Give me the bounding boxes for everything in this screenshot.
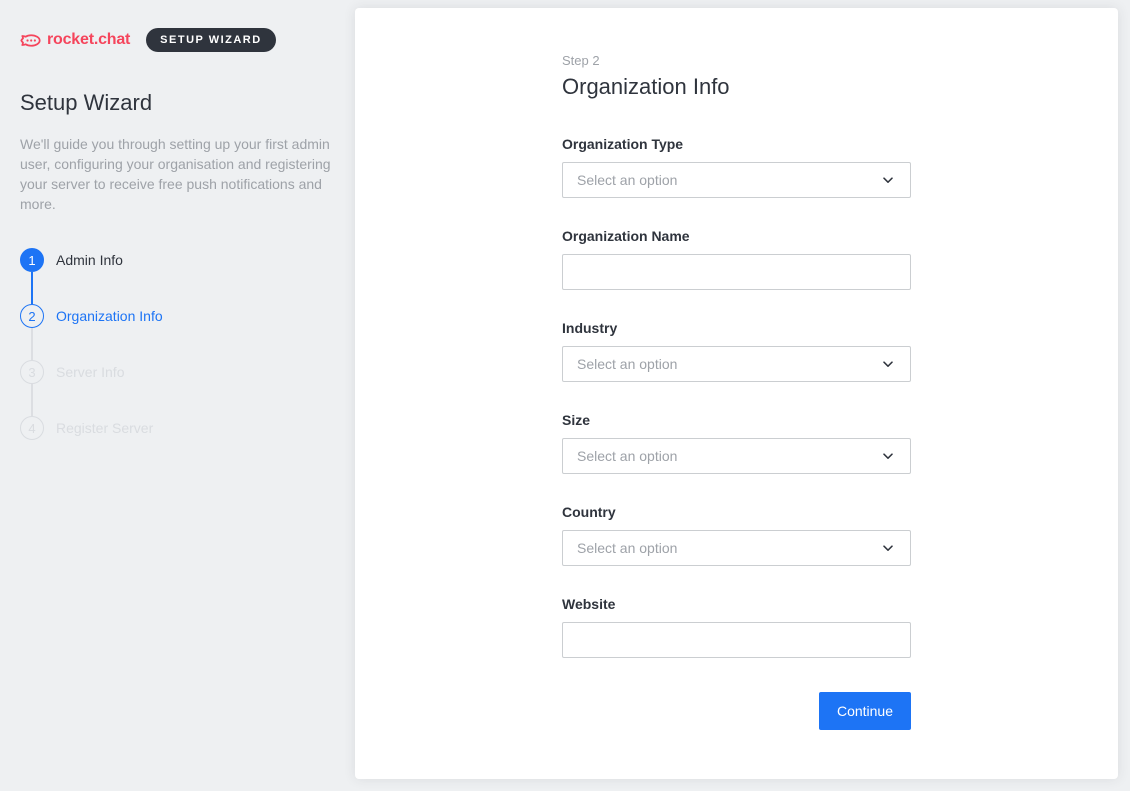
step-connector: [31, 328, 33, 360]
rocketchat-bubble-icon: [20, 30, 41, 51]
form-actions: Continue: [562, 692, 911, 730]
organization-name-input[interactable]: [562, 254, 911, 290]
select-placeholder: Select an option: [577, 448, 677, 464]
logo-row: rocket.chat SETUP WIZARD: [20, 28, 335, 52]
rocketchat-wordmark: rocket.chat: [47, 31, 130, 49]
select-placeholder: Select an option: [577, 356, 677, 372]
select-placeholder: Select an option: [577, 172, 677, 188]
step-eyebrow: Step 2: [562, 52, 911, 70]
wizard-stepper: 1 Admin Info 2 Organization Info 3 Serve…: [20, 248, 335, 440]
field-organization-type: Organization Type Select an option: [562, 134, 911, 198]
step-number-badge: 1: [20, 248, 44, 272]
step-connector: [31, 384, 33, 416]
page-title: Organization Info: [562, 72, 911, 102]
select-placeholder: Select an option: [577, 540, 677, 556]
step-label: Server Info: [56, 364, 124, 380]
chevron-down-icon: [880, 540, 896, 556]
step-label: Admin Info: [56, 252, 123, 268]
step-number-badge: 4: [20, 416, 44, 440]
field-industry: Industry Select an option: [562, 318, 911, 382]
step-register-server[interactable]: 4 Register Server: [20, 416, 335, 440]
field-size: Size Select an option: [562, 410, 911, 474]
step-connector: [31, 272, 33, 304]
field-label: Country: [562, 502, 911, 522]
field-label: Size: [562, 410, 911, 430]
field-website: Website: [562, 594, 911, 658]
organization-info-form: Step 2 Organization Info Organization Ty…: [562, 8, 911, 730]
wizard-card: Step 2 Organization Info Organization Ty…: [355, 8, 1118, 779]
step-server-info[interactable]: 3 Server Info: [20, 360, 335, 384]
step-organization-info[interactable]: 2 Organization Info: [20, 304, 335, 328]
field-label: Industry: [562, 318, 911, 338]
chevron-down-icon: [880, 172, 896, 188]
step-admin-info[interactable]: 1 Admin Info: [20, 248, 335, 272]
rocketchat-logo: rocket.chat: [20, 30, 130, 51]
step-number-badge: 3: [20, 360, 44, 384]
field-label: Website: [562, 594, 911, 614]
website-input[interactable]: [562, 622, 911, 658]
setup-wizard-sidebar: rocket.chat SETUP WIZARD Setup Wizard We…: [0, 0, 355, 791]
industry-select[interactable]: Select an option: [562, 346, 911, 382]
field-country: Country Select an option: [562, 502, 911, 566]
step-label: Organization Info: [56, 308, 163, 324]
step-label: Register Server: [56, 420, 153, 436]
continue-button[interactable]: Continue: [819, 692, 911, 730]
step-number-badge: 2: [20, 304, 44, 328]
sidebar-title: Setup Wizard: [20, 90, 335, 116]
setup-wizard-badge: SETUP WIZARD: [146, 28, 276, 52]
sidebar-description: We'll guide you through setting up your …: [20, 134, 332, 214]
chevron-down-icon: [880, 356, 896, 372]
field-label: Organization Name: [562, 226, 911, 246]
organization-type-select[interactable]: Select an option: [562, 162, 911, 198]
size-select[interactable]: Select an option: [562, 438, 911, 474]
country-select[interactable]: Select an option: [562, 530, 911, 566]
field-label: Organization Type: [562, 134, 911, 154]
chevron-down-icon: [880, 448, 896, 464]
field-organization-name: Organization Name: [562, 226, 911, 290]
